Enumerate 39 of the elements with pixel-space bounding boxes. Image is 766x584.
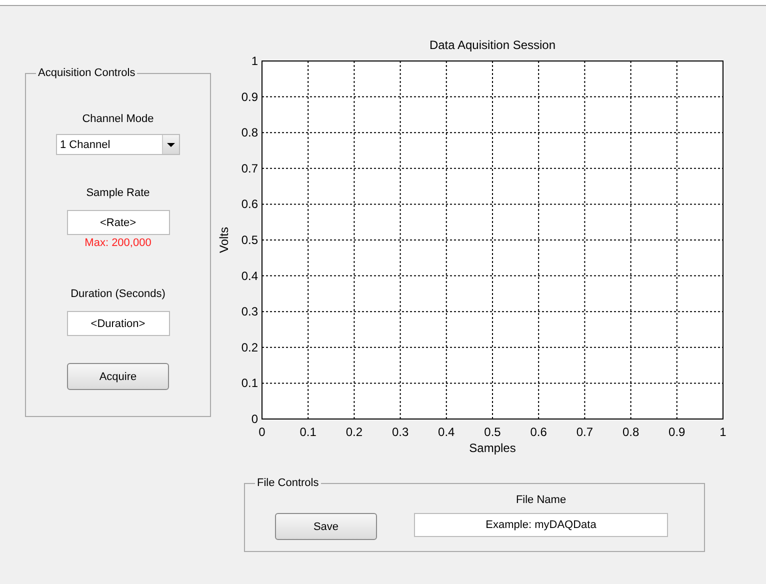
y-tick-label: 0.3	[241, 304, 258, 319]
x-tick-label: 0.3	[392, 425, 409, 439]
save-button[interactable]: Save	[275, 513, 377, 540]
max-rate-note: Max: 200,000	[84, 237, 152, 249]
x-tick-label: 0.7	[576, 425, 594, 439]
panel-title: Acquisition Controls	[37, 67, 136, 79]
y-tick-label: 0.8	[241, 126, 258, 140]
channel-mode-dropdown[interactable]: 1 Channel	[56, 134, 180, 155]
x-axis-label: Samples	[469, 441, 516, 455]
y-tick-label: 1	[251, 54, 258, 68]
field-label: File Name	[516, 494, 566, 506]
x-tick-label: 1	[720, 425, 726, 439]
x-tick-label: 0.5	[484, 425, 501, 439]
chart-title: Data Aquisition Session	[429, 38, 556, 52]
x-tick-label: 0.8	[622, 425, 640, 439]
y-tick-label: 0.6	[241, 197, 258, 212]
y-tick-label: 0.1	[241, 376, 258, 390]
field-label: Sample Rate	[86, 187, 150, 199]
duration-field[interactable]: <Duration>	[66, 311, 170, 336]
panel-title: File Controls	[256, 477, 320, 489]
y-tick-label: 0	[251, 412, 258, 426]
y-tick-label: 0.7	[241, 161, 258, 176]
file-name-field[interactable]: Example: myDAQData	[414, 513, 668, 537]
x-tick-label: 0	[258, 425, 266, 439]
acquire-button[interactable]: Acquire	[67, 363, 169, 390]
x-tick-label: 0.9	[668, 425, 686, 439]
y-tick-label: 0.9	[241, 90, 258, 104]
y-tick-label: 0.5	[241, 233, 258, 247]
y-tick-label: 0.2	[241, 340, 258, 354]
x-tick-label: 0.2	[346, 425, 363, 439]
x-tick-label: 0.6	[530, 425, 547, 439]
x-tick-label: 0.4	[438, 425, 455, 439]
field-label: Duration (Seconds)	[70, 288, 166, 300]
sample-rate-field[interactable]: <Rate>	[66, 210, 170, 235]
x-tick-label: 0.1	[300, 425, 316, 439]
caret-icon	[162, 135, 179, 154]
y-tick-label: 0.4	[241, 268, 258, 283]
y-axis-label: Volts	[217, 227, 231, 253]
field-label: Channel Mode	[82, 113, 154, 125]
